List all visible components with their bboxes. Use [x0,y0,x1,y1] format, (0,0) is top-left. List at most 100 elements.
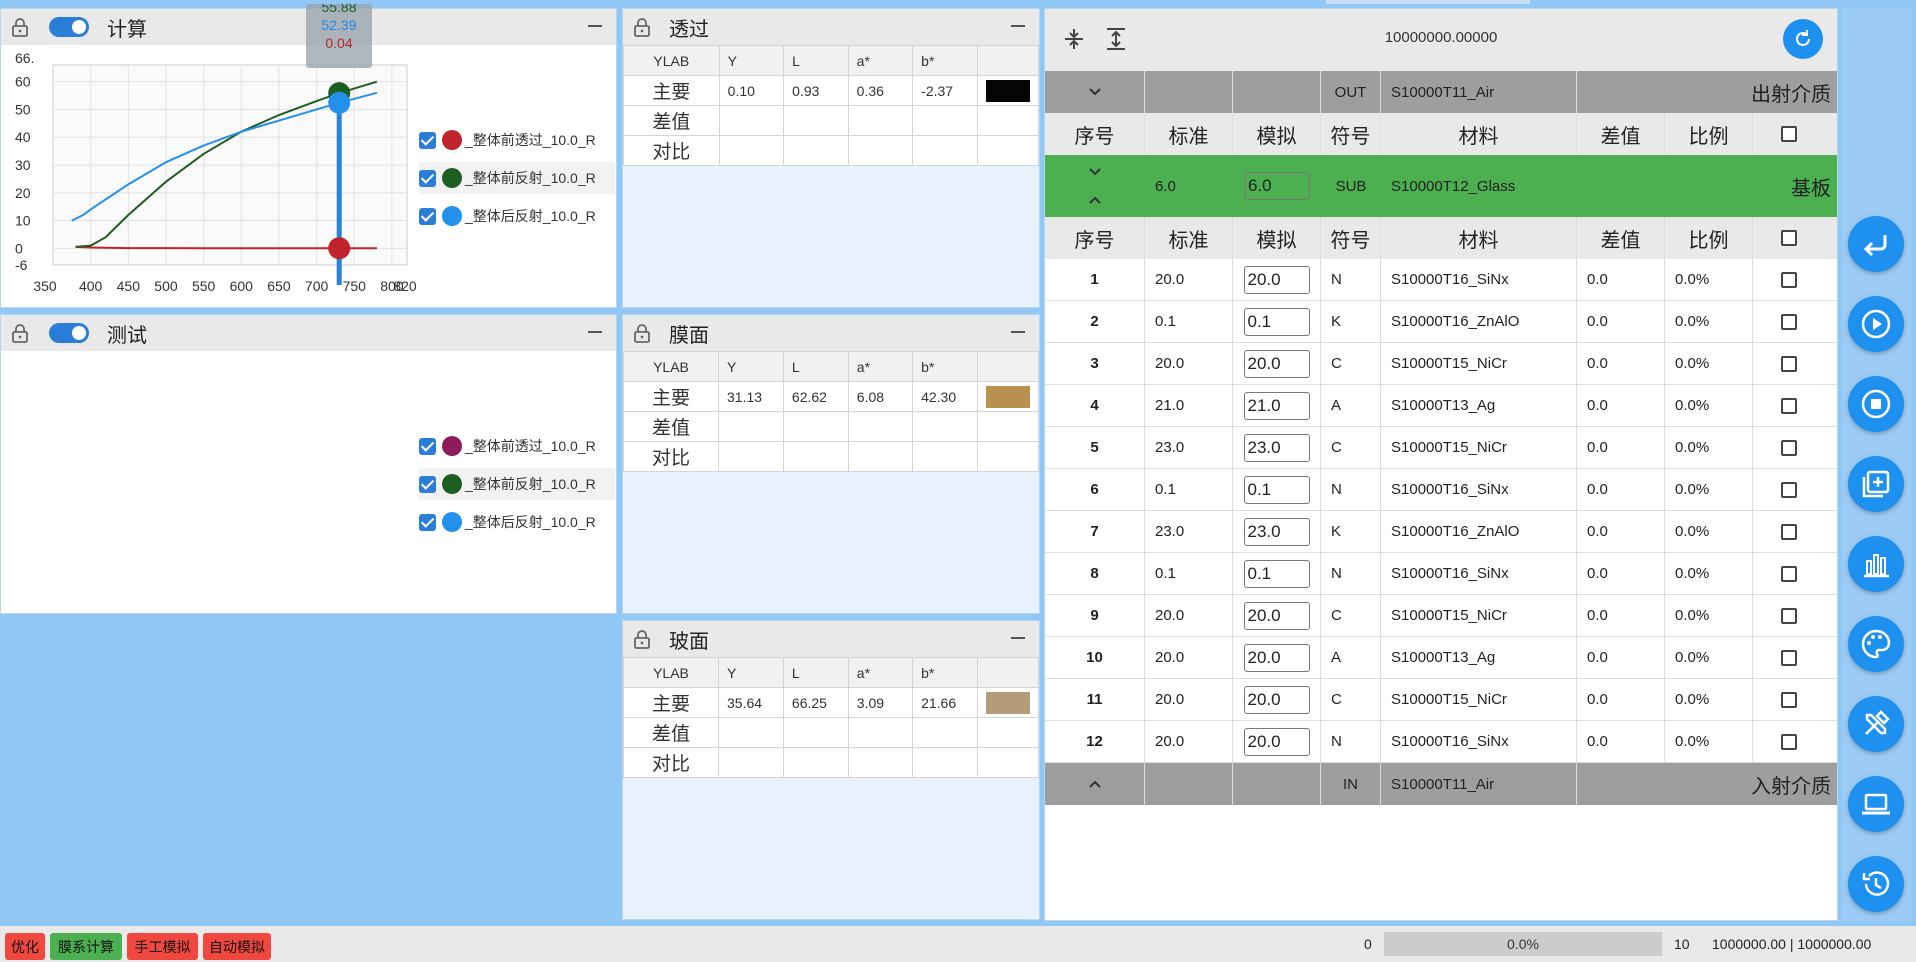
lock-icon[interactable] [633,629,651,649]
checkbox[interactable] [419,475,436,493]
layer-sim-input[interactable]: 23.0 [1243,517,1310,546]
spectrum-chart[interactable]: 350 400 450 500 550 600 650 700 750 80082066.6050… [1,45,421,307]
ylab-value [912,105,978,136]
layer-row[interactable]: 7 23.0 23.0 K S10000T16_ZnAlO 0.0 0.0% [1045,511,1837,553]
chevron-up-icon[interactable] [1088,779,1102,789]
legend-item[interactable]: _整体前反射_10.0_R [419,468,615,500]
layer-ratio: 0.0% [1665,385,1753,426]
layer-sim-input[interactable]: 20.0 [1243,349,1310,378]
layer-sim-input[interactable]: 20.0 [1243,727,1310,756]
layer-checkbox[interactable] [1781,649,1797,666]
layer-checkbox[interactable] [1781,313,1797,330]
legend-item[interactable]: _整体前透过_10.0_R [419,430,615,462]
status-button[interactable]: 膜系计算 [50,933,122,960]
layer-row[interactable]: 10 20.0 20.0 A S10000T13_Ag 0.0 0.0% [1045,637,1837,679]
enter-button[interactable] [1848,216,1904,272]
status-button[interactable]: 手工模拟 [127,933,198,960]
layer-checkbox[interactable] [1781,397,1797,414]
chevron-down-icon[interactable] [1088,87,1102,97]
layer-sim-input[interactable]: 20.0 [1243,643,1310,672]
minimize-button[interactable] [588,325,602,339]
add-layer-button[interactable] [1848,456,1904,512]
layer-sim-input[interactable]: 20.0 [1243,685,1310,714]
checkbox[interactable] [419,169,436,187]
layer-row[interactable]: 2 0.1 0.1 K S10000T16_ZnAlO 0.0 0.0% [1045,301,1837,343]
layer-checkbox[interactable] [1781,439,1797,456]
layer-checkbox[interactable] [1781,733,1797,750]
play-button[interactable] [1848,296,1904,352]
layer-material: S10000T16_ZnAlO [1381,301,1577,342]
out-material: S10000T11_Air [1381,71,1577,113]
refresh-button[interactable] [1783,19,1823,59]
minimize-button[interactable] [588,19,602,33]
layer-checkbox[interactable] [1781,691,1797,708]
header-cell: 比例 [1665,113,1753,155]
layer-sim-input[interactable]: 0.1 [1243,559,1310,588]
layer-checkbox[interactable] [1781,607,1797,624]
progress-max: 10 [1674,936,1690,952]
calc-toggle[interactable] [49,17,89,37]
stop-button[interactable] [1848,376,1904,432]
ylab-row-label: 差值 [623,105,720,136]
checkbox[interactable] [419,437,436,455]
layer-checkbox[interactable] [1781,523,1797,540]
layer-row[interactable]: 3 20.0 20.0 C S10000T15_NiCr 0.0 0.0% [1045,343,1837,385]
laptop-button[interactable] [1848,776,1904,832]
ylab-value [847,441,914,472]
layer-checkbox[interactable] [1781,565,1797,582]
layer-checkbox[interactable] [1781,355,1797,372]
ylab-value [718,441,784,472]
legend-item[interactable]: _整体后反射_10.0_R [419,200,615,232]
ylab-row: 差值 [623,105,1040,136]
lock-icon[interactable] [11,17,29,37]
status-button[interactable]: 优化 [5,933,45,960]
layer-checkbox[interactable] [1781,271,1797,288]
tooltip-value-front-reflect: 55.88 [321,4,357,15]
layer-row[interactable]: 5 23.0 23.0 C S10000T15_NiCr 0.0 0.0% [1045,427,1837,469]
layer-row[interactable]: 12 20.0 20.0 N S10000T16_SiNx 0.0 0.0% [1045,721,1837,763]
layer-checkbox[interactable] [1781,481,1797,498]
bar-chart-button[interactable] [1848,536,1904,592]
select-all-checkbox[interactable] [1781,230,1797,246]
layer-row[interactable]: 4 21.0 21.0 A S10000T13_Ag 0.0 0.0% [1045,385,1837,427]
legend-item[interactable]: _整体前透过_10.0_R [419,124,615,156]
minimize-button[interactable] [1011,325,1025,339]
lock-icon[interactable] [633,323,651,343]
chevron-up-icon[interactable] [1088,195,1102,205]
ylab-value: 3.09 [847,687,914,718]
layer-sim-input[interactable]: 20.0 [1243,265,1310,294]
x-tick-label: 820 [393,278,417,294]
layer-row[interactable]: 1 20.0 20.0 N S10000T16_SiNx 0.0 0.0% [1045,259,1837,301]
palette-button[interactable] [1848,616,1904,672]
layer-row[interactable]: 11 20.0 20.0 C S10000T15_NiCr 0.0 0.0% [1045,679,1837,721]
layer-sim-input[interactable]: 23.0 [1243,433,1310,462]
layer-sim-input[interactable]: 20.0 [1243,601,1310,630]
sub-sim-input[interactable]: 6.0 [1244,172,1310,200]
legend-item[interactable]: _整体后反射_10.0_R [419,506,615,538]
select-all-checkbox[interactable] [1781,126,1797,142]
minimize-button[interactable] [1011,631,1025,645]
layer-sim-input[interactable]: 0.1 [1243,475,1310,504]
checkbox[interactable] [419,131,436,149]
layer-row[interactable]: 6 0.1 0.1 N S10000T16_SiNx 0.0 0.0% [1045,469,1837,511]
legend-item[interactable]: _整体前反射_10.0_R [419,162,615,194]
ylab-header-cell: a* [847,657,914,688]
layer-material: S10000T16_SiNx [1381,553,1577,594]
checkbox[interactable] [419,207,436,225]
lock-icon[interactable] [11,323,29,343]
layer-row[interactable]: 8 0.1 0.1 N S10000T16_SiNx 0.0 0.0% [1045,553,1837,595]
chevron-down-icon[interactable] [1088,167,1102,177]
history-button[interactable] [1848,856,1904,912]
layer-std: 23.0 [1145,511,1233,552]
lock-icon[interactable] [633,17,651,37]
status-button[interactable]: 自动模拟 [203,933,271,960]
layer-sim-input[interactable]: 0.1 [1243,307,1310,336]
layer-sim-input[interactable]: 21.0 [1243,391,1310,420]
checkbox[interactable] [419,513,436,531]
layer-row[interactable]: 9 20.0 20.0 C S10000T15_NiCr 0.0 0.0% [1045,595,1837,637]
test-toggle[interactable] [49,323,89,343]
layer-stack-panel: 10000000.00000 OUT S10000T11_Air 出射介质 序号 标准模… [1044,8,1838,921]
minimize-button[interactable] [1011,19,1025,33]
tools-button[interactable] [1848,696,1904,752]
ylab-value: 35.64 [718,687,784,718]
